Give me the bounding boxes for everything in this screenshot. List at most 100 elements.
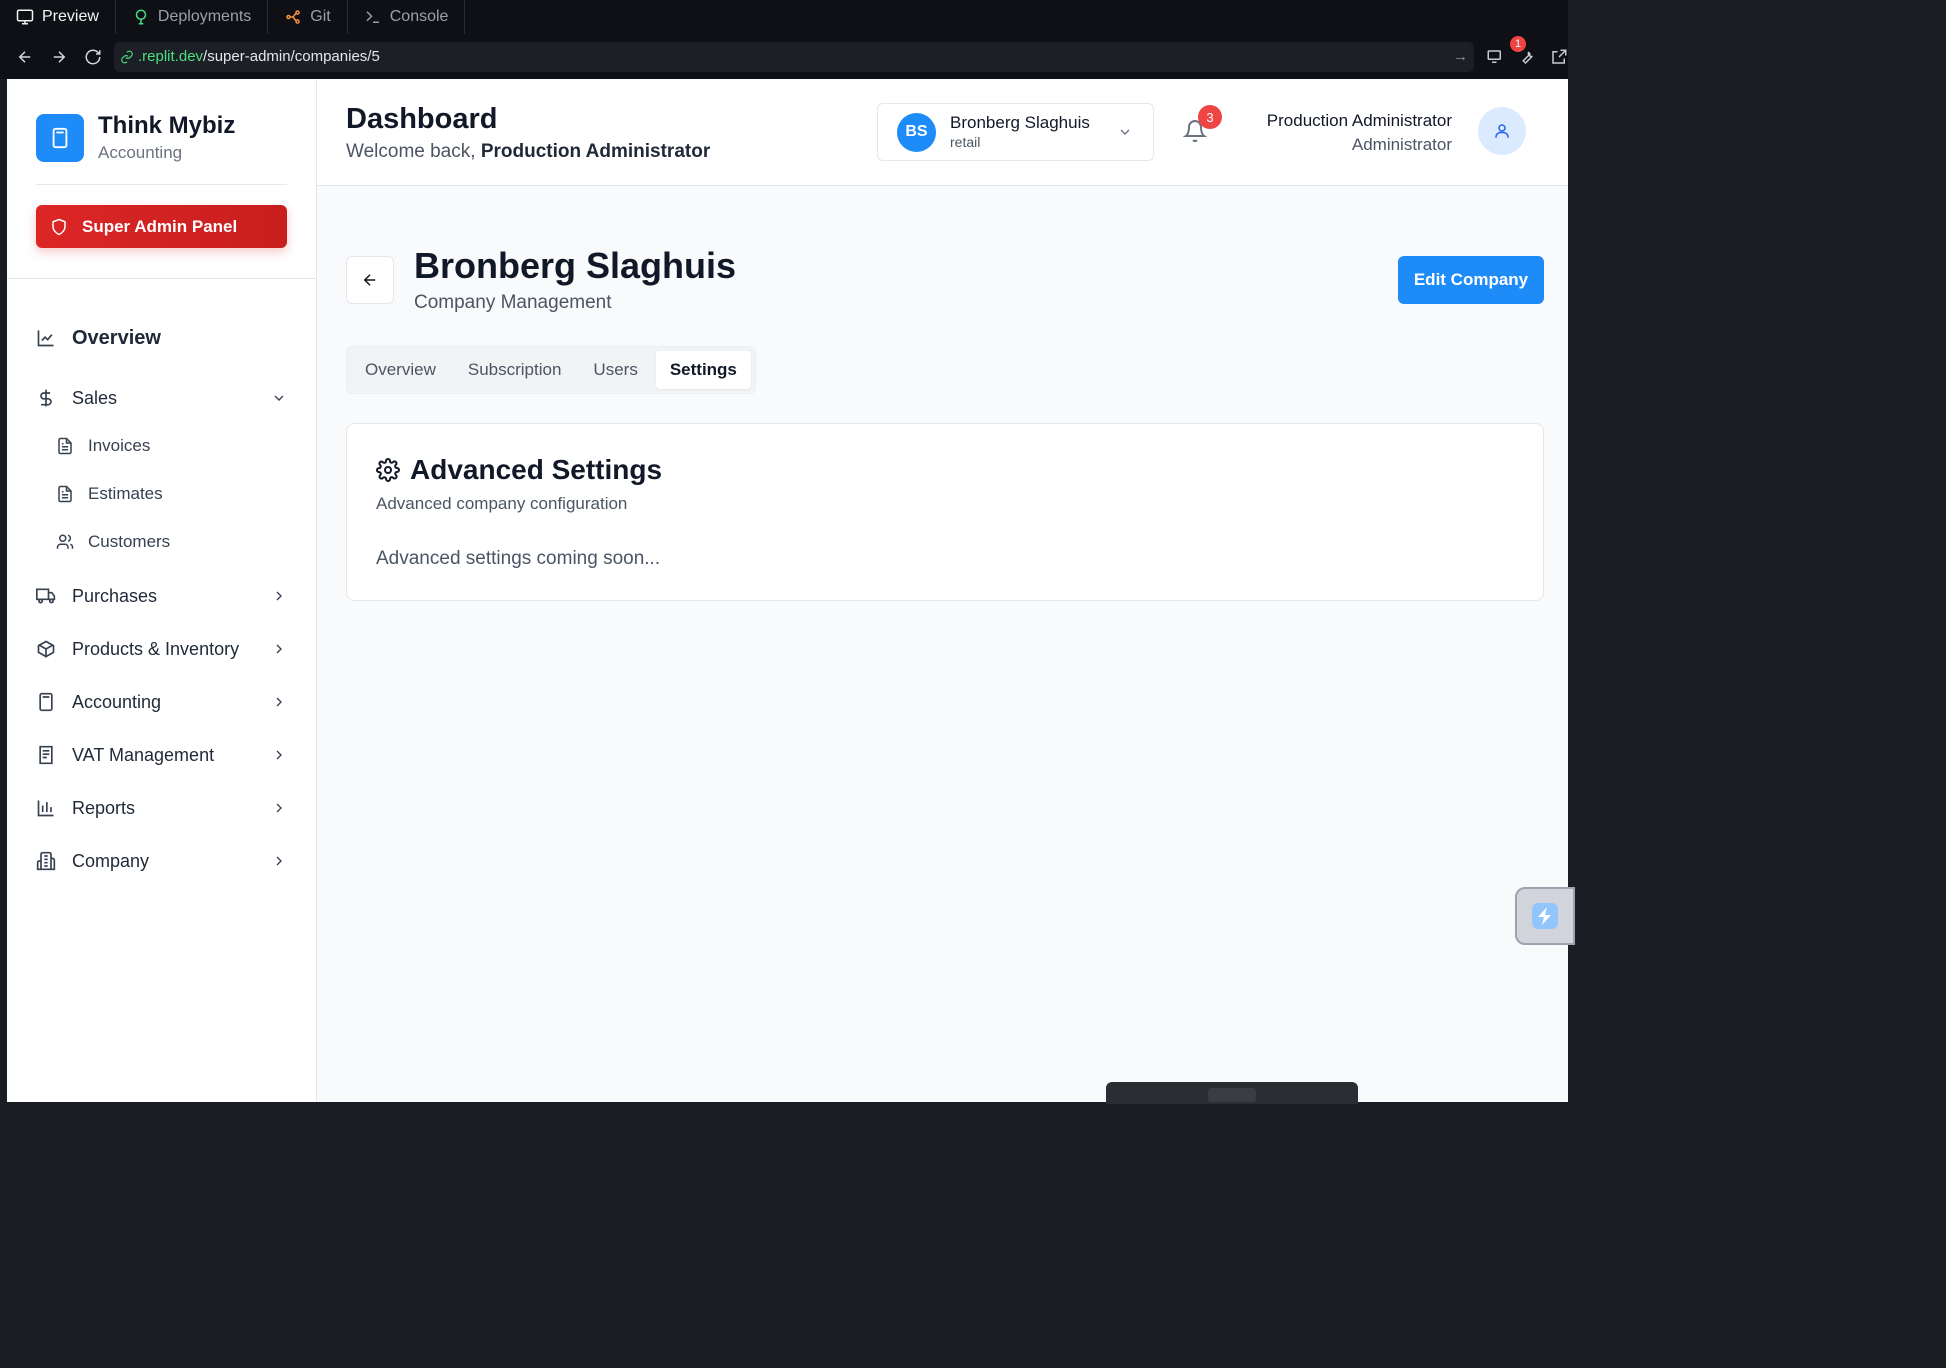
arrow-left-icon (18, 50, 31, 63)
tab-console[interactable]: Console (348, 0, 466, 34)
floating-assistant-button[interactable] (1515, 887, 1575, 945)
page-header-title: Dashboard (346, 103, 498, 135)
chevron-right-icon (276, 644, 282, 654)
monitor-icon (16, 9, 34, 25)
devtools-badge: 1 (1510, 35, 1526, 52)
back-nav-button[interactable] (8, 40, 42, 74)
chevron-right-icon (276, 750, 282, 760)
sidebar: Think Mybiz Accounting Super Admin Panel… (7, 79, 317, 1102)
ide-tab-bar: Preview Deployments Git Console (0, 0, 1568, 34)
sidebar-item-products-inventory[interactable]: Products & Inventory (36, 633, 287, 665)
sidebar-item-accounting[interactable]: Accounting (36, 686, 287, 718)
card-subtitle: Advanced company configuration (376, 494, 628, 513)
top-header: Dashboard Welcome back, Production Admin… (317, 79, 1568, 186)
user-name: Production Administrator (1266, 111, 1452, 130)
super-admin-panel-button[interactable]: Super Admin Panel (36, 205, 287, 248)
sidebar-item-label: Overview (72, 326, 161, 349)
chevron-right-icon (276, 856, 282, 866)
tab-overview[interactable]: Overview (351, 351, 450, 389)
receipt-icon (39, 745, 53, 765)
page-subtitle: Company Management (414, 292, 612, 313)
gear-icon (376, 458, 400, 482)
tab-subscription[interactable]: Subscription (454, 351, 576, 389)
sidebar-item-label: Estimates (88, 484, 163, 503)
sidebar-item-label: VAT Management (72, 744, 215, 765)
back-button[interactable] (346, 256, 394, 304)
sidebar-item-purchases[interactable]: Purchases (36, 580, 287, 612)
users-icon (56, 534, 74, 549)
welcome-prefix: Welcome back, (346, 141, 476, 162)
welcome-name: Production Administrator (480, 141, 711, 162)
sidebar-item-customers[interactable]: Customers (56, 527, 170, 557)
sidebar-item-estimates[interactable]: Estimates (56, 479, 163, 509)
dollar-icon (40, 389, 52, 407)
truck-icon (36, 588, 56, 604)
sidebar-item-vat-management[interactable]: VAT Management (36, 739, 287, 771)
devices-icon[interactable] (1486, 48, 1504, 66)
tab-git[interactable]: Git (268, 0, 348, 34)
tab-users[interactable]: Users (579, 351, 651, 389)
sidebar-item-company[interactable]: Company (36, 845, 287, 877)
forward-nav-button[interactable] (42, 40, 76, 74)
sidebar-item-label: Company (72, 850, 150, 871)
sidebar-item-label: Invoices (88, 436, 151, 455)
sidebar-item-label: Customers (88, 532, 171, 551)
sidebar-item-label: Products & Inventory (72, 638, 240, 659)
sidebar-item-label: Reports (72, 797, 136, 818)
brand-name: Think Mybiz (98, 112, 236, 139)
user-role: Administrator (1351, 135, 1452, 154)
url-input[interactable]: .replit.dev/super-admin/companies/5 → (114, 41, 1474, 72)
reload-button[interactable] (76, 40, 110, 74)
chevron-right-icon (276, 803, 282, 813)
url-path: /super-admin/companies/5 (203, 48, 380, 65)
bar-chart-icon (37, 800, 54, 817)
sidebar-item-label: Accounting (72, 691, 162, 712)
chevron-right-icon (276, 697, 282, 707)
company-avatar: BS (897, 112, 936, 152)
app-root: Think Mybiz Accounting Super Admin Panel… (7, 79, 1575, 1104)
calculator-logo-icon (36, 114, 84, 162)
tab-label: Deployments (157, 8, 252, 25)
divider (36, 184, 287, 185)
tab-deployments[interactable]: Deployments (116, 0, 269, 34)
terminal-icon (366, 11, 379, 23)
edit-company-button[interactable]: Edit Company (1398, 256, 1544, 304)
divider (7, 278, 316, 279)
card-body-text: Advanced settings coming soon... (376, 548, 661, 569)
chevron-down-icon (1120, 129, 1130, 135)
advanced-settings-card: Advanced Settings Advanced company confi… (346, 423, 1544, 601)
tab-label: Console (389, 8, 449, 25)
chart-line-icon (37, 330, 54, 347)
sidebar-item-overview[interactable]: Overview (36, 322, 287, 354)
toolbar-handle[interactable] (1208, 1088, 1256, 1102)
sidebar-item-sales[interactable]: Sales (36, 382, 287, 414)
chrome-actions: 1 (1486, 35, 1568, 66)
file-text-icon (58, 485, 72, 503)
sidebar-item-invoices[interactable]: Invoices (56, 431, 150, 461)
welcome-text: Welcome back, Production Administrator (346, 141, 710, 163)
arrow-right-icon (53, 50, 66, 63)
git-icon (286, 10, 301, 24)
calculator-icon (39, 692, 53, 712)
tab-settings[interactable]: Settings (655, 351, 751, 389)
notification-count-badge: 3 (1198, 105, 1222, 129)
url-bar-row: .replit.dev/super-admin/companies/5 → 1 (0, 34, 1568, 79)
external-link-icon[interactable] (1550, 48, 1568, 66)
brand-subtitle: Accounting (98, 143, 183, 162)
shield-icon (52, 218, 66, 235)
chevron-right-icon (276, 591, 282, 601)
file-text-icon (58, 437, 72, 455)
tab-preview[interactable]: Preview (0, 0, 116, 34)
company-switcher[interactable]: BS Bronberg Slaghuis retail (877, 103, 1154, 161)
user-avatar[interactable] (1478, 107, 1526, 155)
company-tabs: Overview Subscription Users Settings (346, 346, 756, 394)
brand[interactable]: Think Mybiz Accounting (36, 112, 235, 164)
company-switcher-name: Bronberg Slaghuis (950, 113, 1090, 132)
bottom-toolbar[interactable] (1106, 1082, 1358, 1104)
link-icon (121, 50, 133, 63)
super-admin-label: Super Admin Panel (82, 216, 238, 236)
sidebar-item-reports[interactable]: Reports (36, 792, 287, 824)
go-arrow-icon[interactable]: → (1453, 48, 1468, 65)
arrow-left-icon (363, 274, 376, 286)
card-title-text: Advanced Settings (410, 454, 663, 485)
